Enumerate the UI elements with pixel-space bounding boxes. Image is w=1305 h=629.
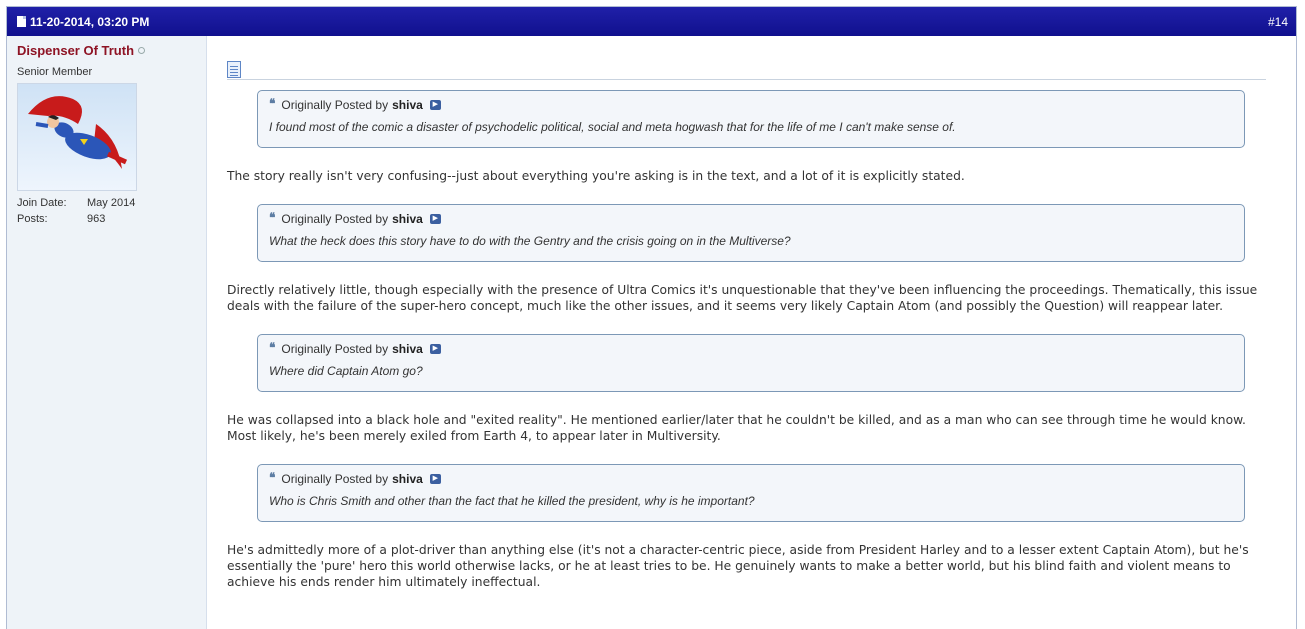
quote-author: shiva bbox=[392, 471, 423, 486]
post-content: ❛❛ Originally Posted by shiva ▶ I found … bbox=[207, 36, 1296, 629]
view-post-icon[interactable]: ▶ bbox=[429, 99, 441, 110]
post-icon bbox=[17, 16, 26, 27]
quote-author: shiva bbox=[392, 341, 423, 356]
offline-status-icon bbox=[138, 47, 146, 54]
quote-icon: ❛❛ bbox=[269, 341, 276, 356]
post-message-icon bbox=[227, 61, 241, 78]
superman-avatar-image bbox=[28, 96, 128, 169]
posts-count: 963 bbox=[87, 213, 106, 225]
avatar[interactable] bbox=[17, 83, 137, 191]
view-post-icon[interactable]: ▶ bbox=[429, 343, 441, 354]
post-date: 11-20-2014, 03:20 PM bbox=[30, 14, 150, 29]
user-title: Senior Member bbox=[17, 66, 93, 78]
post-paragraph: He was collapsed into a black hole and "… bbox=[227, 413, 1246, 443]
post-paragraph: Directly relatively little, though espec… bbox=[227, 283, 1258, 313]
user-stats: Join Date: May 2014 Posts: 963 bbox=[17, 195, 206, 227]
post-paragraph: The story really isn't very confusing--j… bbox=[227, 169, 965, 183]
user-info-panel: Dispenser Of Truth Senior Member Join Da… bbox=[7, 36, 207, 629]
quote-text: What the heck does this story have to do… bbox=[269, 234, 791, 248]
quote-icon: ❛❛ bbox=[269, 97, 276, 112]
forum-post: 11-20-2014, 03:20 PM #14 Dispenser Of Tr… bbox=[6, 6, 1297, 629]
join-date-label: Join Date: bbox=[17, 197, 67, 209]
post-header: 11-20-2014, 03:20 PM #14 bbox=[7, 7, 1296, 36]
quote-icon: ❛❛ bbox=[269, 471, 276, 486]
quote-text: I found most of the comic a disaster of … bbox=[269, 120, 956, 134]
quote-icon: ❛❛ bbox=[269, 211, 276, 226]
quote-author: shiva bbox=[392, 97, 423, 112]
post-paragraph: He's admittedly more of a plot-driver th… bbox=[227, 543, 1249, 589]
quote-text: Who is Chris Smith and other than the fa… bbox=[269, 494, 755, 508]
username-link[interactable]: Dispenser Of Truth bbox=[17, 43, 134, 58]
quote-author: shiva bbox=[392, 211, 423, 226]
quote-block: ❛❛ Originally Posted by shiva ▶ I found … bbox=[257, 90, 1245, 148]
quote-text: Where did Captain Atom go? bbox=[269, 364, 423, 378]
join-date-value: May 2014 bbox=[87, 197, 136, 209]
view-post-icon[interactable]: ▶ bbox=[429, 473, 441, 484]
view-post-icon[interactable]: ▶ bbox=[429, 213, 441, 224]
post-number-link[interactable]: #14 bbox=[1268, 15, 1288, 29]
quote-block: ❛❛ Originally Posted by shiva ▶ Where di… bbox=[257, 334, 1245, 392]
quote-block: ❛❛ Originally Posted by shiva ▶ Who is C… bbox=[257, 464, 1245, 522]
posts-label: Posts: bbox=[17, 213, 48, 225]
quote-block: ❛❛ Originally Posted by shiva ▶ What the… bbox=[257, 204, 1245, 262]
